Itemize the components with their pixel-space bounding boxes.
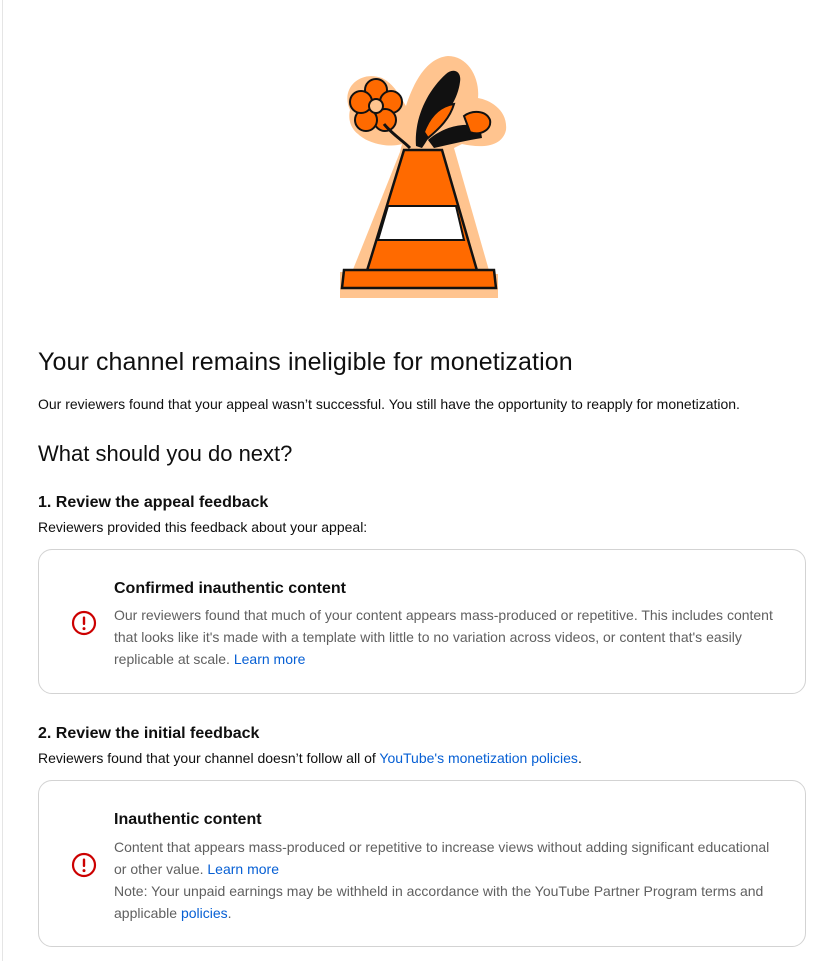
appeal-feedback-body: Our reviewers found that much of your co… bbox=[114, 604, 784, 670]
next-steps-heading: What should you do next? bbox=[38, 441, 293, 466]
traffic-cone-illustration bbox=[340, 56, 507, 298]
initial-feedback-title: Inauthentic content bbox=[114, 811, 262, 828]
policies-link[interactable]: policies bbox=[181, 905, 228, 921]
appeal-feedback-title: Confirmed inauthentic content bbox=[114, 580, 346, 597]
appeal-feedback-card: Confirmed inauthentic content Our review… bbox=[38, 549, 806, 694]
step-1-description: Reviewers provided this feedback about y… bbox=[38, 519, 368, 535]
appeal-feedback-text: Our reviewers found that much of your co… bbox=[114, 607, 773, 667]
step-2-description-text: Reviewers found that your channel doesn’… bbox=[38, 750, 380, 766]
left-divider bbox=[2, 0, 3, 961]
learn-more-link[interactable]: Learn more bbox=[207, 861, 279, 877]
initial-feedback-body: Content that appears mass-produced or re… bbox=[114, 836, 784, 924]
step-2-title: 2. Review the initial feedback bbox=[38, 725, 260, 742]
step-2-description: Reviewers found that your channel doesn’… bbox=[38, 750, 582, 766]
learn-more-link[interactable]: Learn more bbox=[234, 651, 306, 667]
monetization-policies-link[interactable]: YouTube's monetization policies bbox=[379, 750, 578, 766]
alert-circle-icon bbox=[71, 852, 97, 878]
page-title: Your channel remains ineligible for mone… bbox=[38, 348, 573, 376]
earnings-note-end: . bbox=[227, 905, 232, 921]
initial-feedback-card: Inauthentic content Content that appears… bbox=[38, 780, 806, 947]
step-2-description-end: . bbox=[577, 750, 582, 766]
step-1-title: 1. Review the appeal feedback bbox=[38, 494, 269, 511]
page-subtitle: Our reviewers found that your appeal was… bbox=[38, 396, 740, 412]
alert-circle-icon bbox=[71, 610, 97, 636]
